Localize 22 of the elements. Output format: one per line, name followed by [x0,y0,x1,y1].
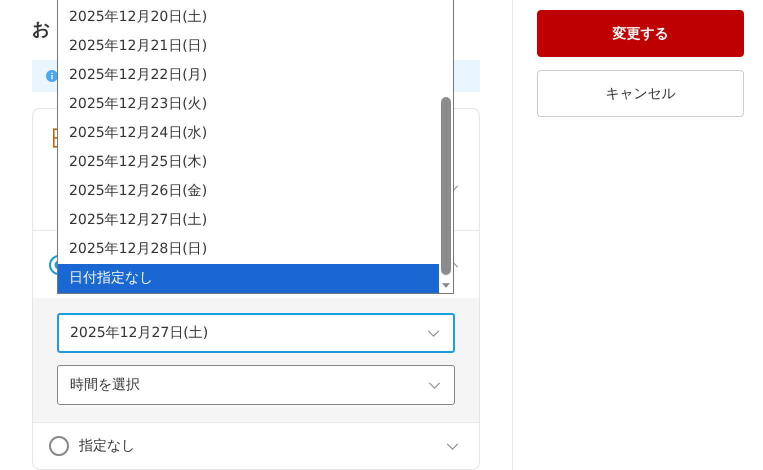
scrollbar-thumb[interactable] [441,97,451,275]
dropdown-option[interactable]: 2025年12月25日(木) [58,148,439,177]
cancel-button[interactable]: キャンセル [537,70,744,117]
page-heading: お [32,18,50,42]
scroll-down-icon[interactable] [442,283,450,288]
submit-button[interactable]: 変更する [537,10,744,57]
radio-button[interactable] [49,436,69,456]
chevron-down-icon[interactable] [428,382,441,388]
chevron-down-icon[interactable] [446,442,459,450]
dropdown-option[interactable]: 2025年12月20日(土) [58,3,439,32]
dropdown-option[interactable]: 2025年12月27日(土) [58,206,439,235]
date-select[interactable]: 2025年12月27日(土) [57,313,455,353]
dropdown-option[interactable]: 日付指定なし [58,264,439,293]
dropdown-option[interactable]: 2025年12月24日(水) [58,119,439,148]
option-label: 指定なし [79,437,135,455]
dropdown-option[interactable]: 2025年12月23日(火) [58,90,439,119]
dropdown-option[interactable]: 2025年12月21日(日) [58,32,439,61]
time-select[interactable]: 時間を選択 [57,365,455,405]
chevron-down-icon[interactable] [427,330,440,336]
dropdown-option[interactable]: 2025年12月28日(日) [58,235,439,264]
dropdown-option[interactable]: 2025年12月22日(月) [58,61,439,90]
dropdown-option[interactable]: 2025年12月26日(金) [58,177,439,206]
